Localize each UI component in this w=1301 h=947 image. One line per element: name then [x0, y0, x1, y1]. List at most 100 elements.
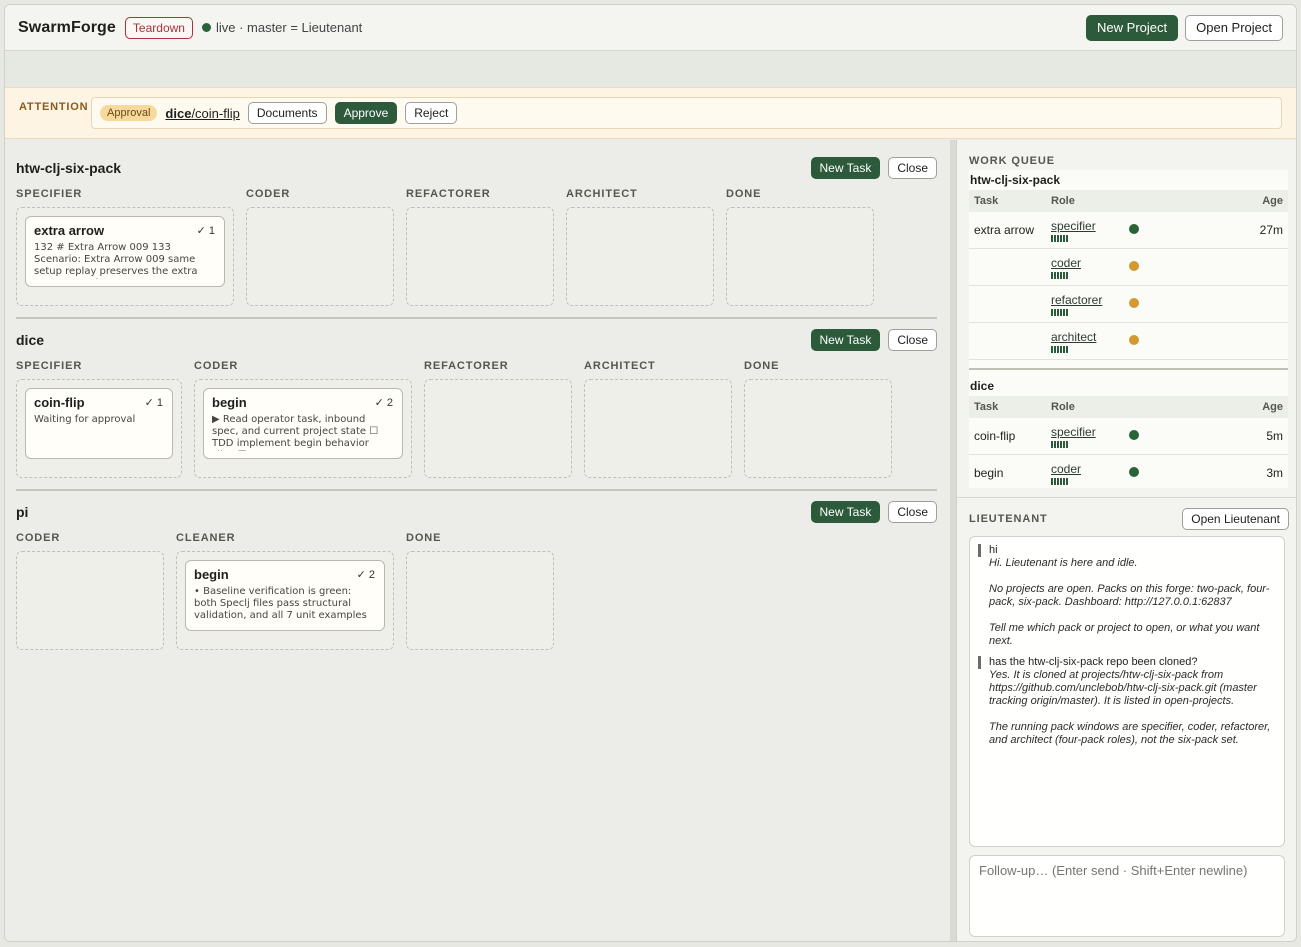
row-task: extra arrow [974, 223, 1035, 237]
work-queue-header: Task Role Age [969, 190, 1288, 212]
project-title: pi [16, 504, 29, 520]
role-link[interactable]: coder [1051, 256, 1129, 270]
attention-project[interactable]: dice [165, 106, 191, 121]
panel-divider [957, 497, 1296, 498]
row-task: begin [974, 466, 1004, 480]
attention-bar: ATTENTION Approval dice/coin-flip Docume… [5, 87, 1296, 139]
attention-task-link[interactable]: dice/coin-flip [165, 106, 239, 121]
header-age: Age [1262, 195, 1283, 207]
board-divider [16, 317, 937, 319]
table-row[interactable]: extra arrow specifier 27m [969, 212, 1288, 249]
new-project-button[interactable]: New Project [1086, 14, 1179, 41]
header-role: Role [1051, 401, 1075, 413]
task-card-count: ✓ 1 [144, 397, 163, 409]
task-card-body: • Baseline verification is green: both S… [194, 586, 367, 623]
lieutenant-chat-log[interactable]: hi Hi. Lieutenant is here and idle. No p… [969, 536, 1285, 847]
header-age: Age [1262, 401, 1283, 413]
column-coder [16, 551, 164, 650]
open-project-button[interactable]: Open Project [1185, 14, 1283, 41]
table-row[interactable]: refactorer [969, 286, 1288, 323]
task-card-title: extra arrow [34, 223, 105, 238]
column-label: CODER [16, 532, 61, 544]
column-refactorer [424, 379, 572, 478]
column-label: REFACTORER [406, 188, 491, 200]
followup-input[interactable] [969, 855, 1285, 937]
column-label: SPECIFIER [16, 188, 83, 200]
table-row[interactable]: begin coder 3m [969, 455, 1288, 488]
lieutenant-label: LIEUTENANT [969, 513, 1048, 525]
table-row[interactable]: coin-flip specifier 5m [969, 418, 1288, 455]
status-dot-icon [1129, 298, 1139, 308]
activity-bars-icon [1051, 440, 1129, 448]
work-queue-header: Task Role Age [969, 396, 1288, 418]
close-project-button[interactable]: Close [888, 329, 937, 351]
project-title: dice [16, 332, 45, 348]
open-lieutenant-button[interactable]: Open Lieutenant [1182, 508, 1289, 530]
assistant-reply-text: Hi. Lieutenant is here and idle. No proj… [989, 557, 1270, 647]
column-coder: begin ✓ 2 ▶ Read operator task, inbound … [194, 379, 412, 478]
column-label: CLEANER [176, 532, 236, 544]
row-task: coin-flip [974, 429, 1016, 443]
close-project-button[interactable]: Close [888, 157, 937, 179]
column-coder [246, 207, 394, 306]
project-boards: htw-clj-six-pack New Task Close SPECIFIE… [5, 140, 950, 941]
column-done [726, 207, 874, 306]
work-queue-project: htw-clj-six-pack [970, 173, 1061, 187]
role-link[interactable]: specifier [1051, 425, 1129, 439]
column-refactorer [406, 207, 554, 306]
chat-user-message: hi [978, 544, 1276, 557]
column-architect [584, 379, 732, 478]
task-card-body: Waiting for approval [34, 414, 136, 425]
column-label: CODER [194, 360, 239, 372]
task-card-body: 132 # Extra Arrow 009 133 Scenario: Extr… [34, 242, 198, 279]
work-queue-project: dice [970, 379, 995, 393]
side-panel: WORK QUEUE htw-clj-six-pack Task Role Ag… [956, 140, 1296, 941]
documents-button[interactable]: Documents [247, 102, 327, 124]
activity-bars-icon [1051, 308, 1129, 316]
work-queue-divider [969, 368, 1288, 370]
chat-user-message: has the htw-clj-six-pack repo been clone… [978, 656, 1276, 669]
column-specifier: extra arrow ✓ 1 132 # Extra Arrow 009 13… [16, 207, 234, 306]
header-task: Task [974, 401, 999, 413]
approve-button[interactable]: Approve [334, 102, 398, 124]
teardown-button[interactable]: Teardown [124, 16, 193, 39]
empty-band [5, 51, 1296, 87]
task-card[interactable]: begin ✓ 2 • Baseline verification is gre… [185, 560, 385, 631]
close-project-button[interactable]: Close [888, 501, 937, 523]
attention-task[interactable]: /coin-flip [191, 106, 239, 121]
attention-item: Approval dice/coin-flip Documents Approv… [91, 97, 1282, 129]
activity-bars-icon [1051, 234, 1129, 242]
status-dot-icon [1129, 430, 1139, 440]
task-card[interactable]: begin ✓ 2 ▶ Read operator task, inbound … [203, 388, 403, 459]
role-link[interactable]: specifier [1051, 219, 1129, 233]
reject-button[interactable]: Reject [405, 102, 458, 124]
column-label: ARCHITECT [584, 360, 656, 372]
task-card[interactable]: extra arrow ✓ 1 132 # Extra Arrow 009 13… [25, 216, 225, 287]
role-link[interactable]: refactorer [1051, 293, 1129, 307]
status-dot-icon [1129, 335, 1139, 345]
column-specifier: coin-flip ✓ 1 Waiting for approval [16, 379, 182, 478]
role-link[interactable]: architect [1051, 330, 1129, 344]
role-link[interactable]: coder [1051, 462, 1129, 476]
task-card-count: ✓ 1 [196, 225, 215, 237]
status-dot-icon [1129, 224, 1139, 234]
column-label: DONE [726, 188, 762, 200]
header-task: Task [974, 195, 999, 207]
new-task-button[interactable]: New Task [810, 157, 881, 179]
column-architect [566, 207, 714, 306]
status-dot-icon [1129, 261, 1139, 271]
table-row[interactable]: architect [969, 323, 1288, 360]
new-task-button[interactable]: New Task [810, 501, 881, 523]
status-dot-icon [1129, 467, 1139, 477]
work-queue-list[interactable]: htw-clj-six-pack Task Role Age extra arr… [969, 170, 1288, 488]
assistant-reply-text: Yes. It is cloned at projects/htw-clj-si… [989, 669, 1271, 746]
live-status-text: live · master = Lieutenant [215, 20, 363, 35]
column-label: DONE [744, 360, 780, 372]
column-done [406, 551, 554, 650]
column-label: REFACTORER [424, 360, 509, 372]
board-divider [16, 489, 937, 491]
row-age: 5m [1266, 429, 1283, 443]
table-row[interactable]: coder [969, 249, 1288, 286]
task-card[interactable]: coin-flip ✓ 1 Waiting for approval [25, 388, 173, 459]
new-task-button[interactable]: New Task [810, 329, 881, 351]
